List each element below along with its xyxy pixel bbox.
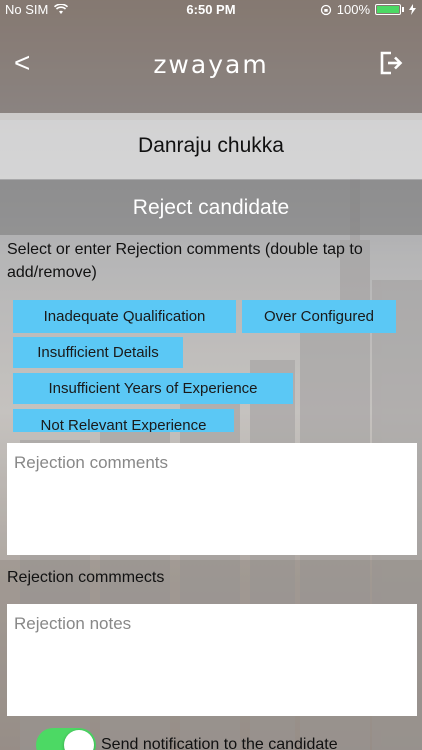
- app-title: zwayam: [153, 50, 269, 79]
- notification-toggle-label: Send notification to the candidate: [101, 736, 338, 750]
- toggle-knob: [64, 730, 94, 750]
- battery-percent: 100%: [336, 2, 370, 17]
- reason-chip-insufficient-details[interactable]: Insufficient Details: [13, 337, 183, 368]
- battery-icon: [375, 4, 401, 15]
- candidate-name-band: Danraju chukka: [0, 113, 422, 179]
- logout-icon[interactable]: [378, 50, 404, 76]
- nav-bar: < zwayam: [0, 22, 422, 112]
- notification-toggle[interactable]: [36, 728, 96, 750]
- candidate-name: Danraju chukka: [138, 134, 284, 157]
- reject-header-band: Reject candidate: [0, 180, 422, 235]
- battery-tip: [402, 7, 404, 12]
- rotation-lock-icon: [320, 4, 331, 15]
- status-right: 100%: [320, 2, 416, 17]
- instructions-text: Select or enter Rejection comments (doub…: [7, 241, 363, 281]
- rejection-notes-label: Rejection commmects: [7, 569, 165, 586]
- reason-chip-list: Inadequate Qualification Over Configured…: [0, 298, 422, 432]
- reason-chip-over-configured[interactable]: Over Configured: [242, 300, 396, 333]
- rejection-notes-field[interactable]: [7, 604, 417, 716]
- rejection-comments-field[interactable]: [7, 443, 417, 555]
- charging-icon: [409, 4, 416, 15]
- reason-chip-insufficient-years[interactable]: Insufficient Years of Experience: [13, 373, 293, 404]
- status-bar: No SIM 6:50 PM 100%: [0, 0, 422, 20]
- reason-chip-inadequate-qualification[interactable]: Inadequate Qualification: [13, 300, 236, 333]
- page-title: Reject candidate: [132, 195, 290, 219]
- reason-chip-not-relevant-experience[interactable]: Not Relevant Experience: [13, 409, 234, 432]
